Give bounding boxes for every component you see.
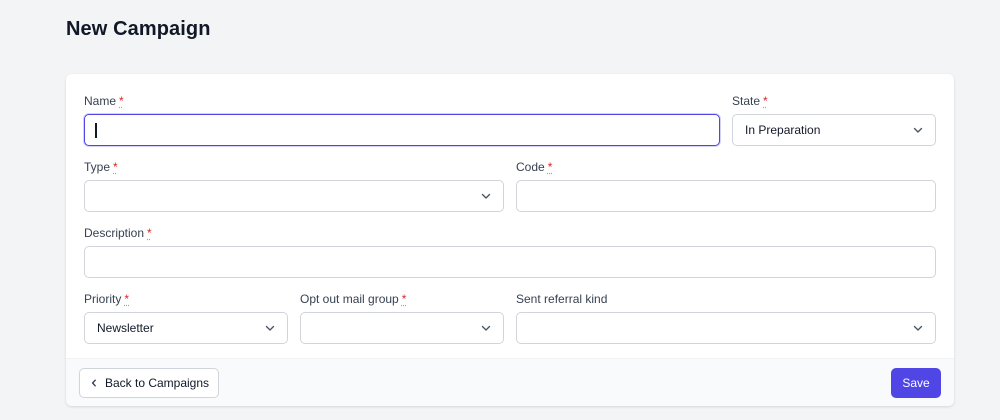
name-label: Name * xyxy=(84,94,124,108)
back-button-label: Back to Campaigns xyxy=(104,376,210,390)
sent-referral-kind-label: Sent referral kind xyxy=(516,292,608,306)
required-mark: * xyxy=(763,94,768,108)
state-label: State * xyxy=(732,94,768,108)
chevron-down-icon xyxy=(265,325,275,331)
description-label: Description * xyxy=(84,226,152,240)
type-label: Type * xyxy=(84,160,118,174)
opt-out-mail-group-field-group: Opt out mail group * xyxy=(300,292,504,344)
required-mark: * xyxy=(113,160,118,174)
chevron-left-icon xyxy=(91,379,96,387)
sent-referral-kind-select[interactable] xyxy=(516,312,936,344)
priority-label: Priority * xyxy=(84,292,130,306)
form-footer: Back to Campaigns Save xyxy=(66,358,954,406)
required-mark: * xyxy=(124,292,130,306)
chevron-down-icon xyxy=(913,127,923,133)
back-to-campaigns-button[interactable]: Back to Campaigns xyxy=(79,368,219,398)
description-field-group: Description * xyxy=(84,226,936,278)
code-label: Code * xyxy=(516,160,553,174)
chevron-down-icon xyxy=(913,325,923,331)
opt-out-mail-group-select[interactable] xyxy=(300,312,504,344)
type-select[interactable] xyxy=(84,180,504,212)
text-cursor xyxy=(95,122,97,138)
code-field-group: Code * xyxy=(516,160,936,212)
code-input[interactable] xyxy=(516,180,936,212)
priority-select-value: Newsletter xyxy=(97,321,154,335)
required-mark: * xyxy=(401,292,407,306)
page-title: New Campaign xyxy=(66,18,211,40)
required-mark: * xyxy=(547,160,553,174)
sent-referral-kind-field-group: Sent referral kind xyxy=(516,292,936,344)
description-input[interactable] xyxy=(84,246,936,278)
opt-out-mail-group-label: Opt out mail group * xyxy=(300,292,407,306)
type-field-group: Type * xyxy=(84,160,504,212)
required-mark: * xyxy=(147,226,152,240)
save-button[interactable]: Save xyxy=(891,368,941,398)
priority-field-group: Priority * Newsletter xyxy=(84,292,288,344)
priority-select[interactable]: Newsletter xyxy=(84,312,288,344)
chevron-down-icon xyxy=(481,325,491,331)
state-field-group: State * In Preparation xyxy=(732,94,936,146)
name-input[interactable] xyxy=(84,114,720,146)
campaign-form-card: Name * State * In Preparation Type * Code * … xyxy=(66,74,954,406)
required-mark: * xyxy=(119,94,124,108)
state-select[interactable]: In Preparation xyxy=(732,114,936,146)
chevron-down-icon xyxy=(481,193,491,199)
state-select-value: In Preparation xyxy=(745,123,821,137)
name-field-group: Name * xyxy=(84,94,720,146)
